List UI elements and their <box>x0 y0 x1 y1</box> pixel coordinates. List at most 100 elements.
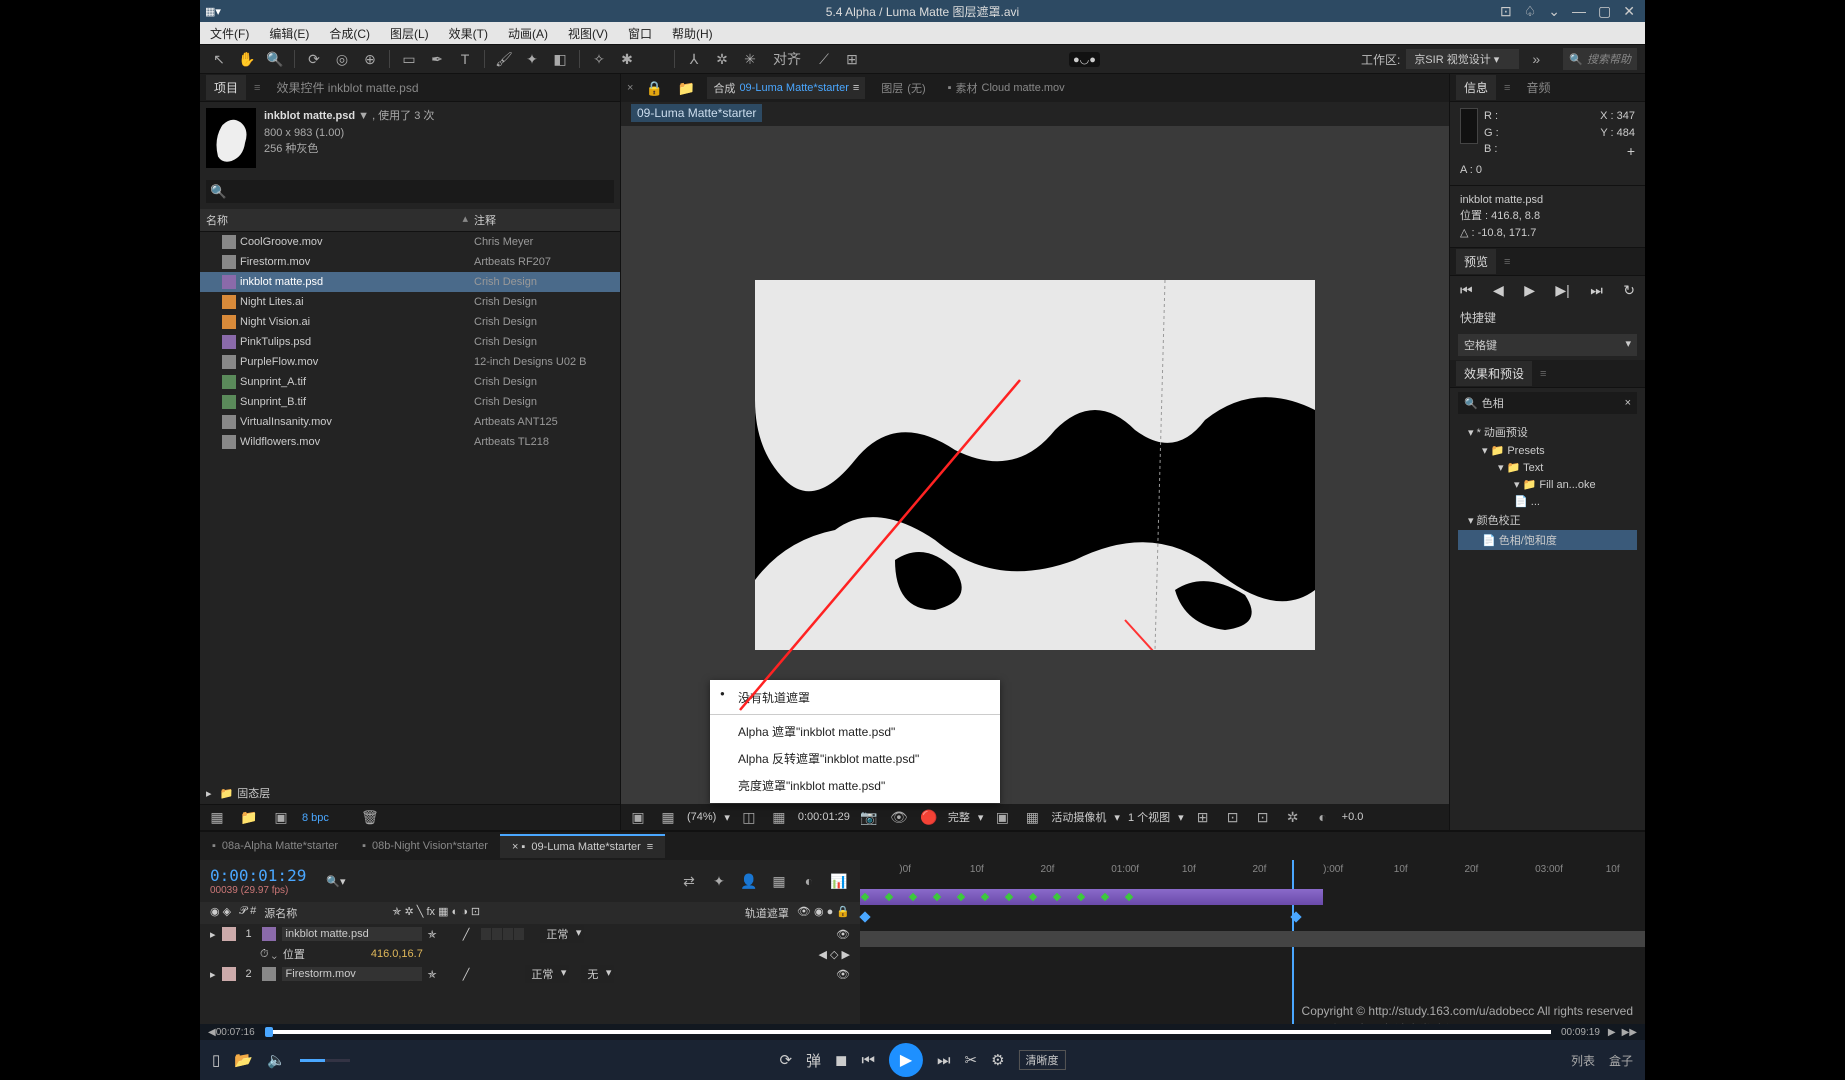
loop-mode[interactable]: 弹 <box>806 1050 821 1071</box>
camera-tool-icon[interactable]: ◎ <box>331 48 353 70</box>
menu-help[interactable]: 帮助(H) <box>666 23 719 44</box>
pan-behind-icon[interactable]: ⊕ <box>359 48 381 70</box>
project-tab[interactable]: 项目 <box>206 75 246 100</box>
project-search-input[interactable] <box>206 180 614 203</box>
window-mode-icon[interactable]: ▯ <box>212 1051 220 1069</box>
volume-slider[interactable] <box>300 1059 350 1062</box>
tl-opt-1-icon[interactable]: ⇄ <box>678 870 700 892</box>
position-property[interactable]: ⏱ ⌄ 位置 416.0,16.7 ◀ ◇ ▶ <box>200 944 860 964</box>
window-btn-2[interactable]: ♤ <box>1524 3 1537 20</box>
world-axis-icon[interactable]: ✲ <box>711 48 733 70</box>
viewer-opt-4-icon[interactable]: ✲ <box>1282 806 1304 828</box>
audio-tab[interactable]: 音频 <box>1518 75 1558 100</box>
menu-view[interactable]: 视图(V) <box>562 23 614 44</box>
motion-blur-icon[interactable]: ◐ <box>798 870 820 892</box>
loop-icon[interactable]: ↻ <box>1623 282 1635 299</box>
view-axis-icon[interactable]: ✳ <box>739 48 761 70</box>
effects-presets-tab[interactable]: 效果和预设 <box>1456 361 1532 386</box>
tree-more[interactable]: 📄 ... <box>1458 493 1637 510</box>
file-row[interactable]: VirtualInsanity.movArtbeats ANT125 <box>200 412 620 432</box>
menu-animation[interactable]: 动画(A) <box>502 23 554 44</box>
loop-toggle-icon[interactable]: ⟳ <box>779 1051 792 1069</box>
layer-tab[interactable]: 图层 (无) <box>875 77 931 99</box>
file-row[interactable]: CoolGroove.movChris Meyer <box>200 232 620 252</box>
exposure-value[interactable]: +0.0 <box>1342 811 1364 823</box>
effects-search[interactable]: 🔍 色相 × <box>1458 392 1637 414</box>
scrub-expand-icon[interactable]: ◀ <box>208 1027 216 1038</box>
maximize-icon[interactable]: ▢ <box>1598 3 1611 20</box>
keyframe-icon[interactable] <box>1290 911 1301 922</box>
timeline-layer-1[interactable]: ▸ 1 inkblot matte.psd ✯╱ 正常 👁 <box>200 924 860 944</box>
window-btn-3[interactable]: ⌄ <box>1548 3 1560 20</box>
3d-view-icon[interactable]: ▦ <box>1021 806 1043 828</box>
tree-text[interactable]: ▾ 📁 Text <box>1458 459 1637 476</box>
box-toggle[interactable]: 盒子 <box>1609 1052 1633 1069</box>
next-track-icon[interactable]: ⏭ <box>937 1052 951 1069</box>
comp-breadcrumb[interactable]: 09-Luma Matte*starter <box>631 104 762 122</box>
show-snapshot-icon[interactable]: 👁 <box>888 806 910 828</box>
viewer-opt-2-icon[interactable]: ⊡ <box>1222 806 1244 828</box>
camera-dropdown[interactable]: 活动摄像机 <box>1051 809 1106 825</box>
matte-option-none[interactable]: 没有轨道遮罩 <box>710 684 1000 711</box>
resolution-dropdown[interactable]: 完整 <box>948 809 970 825</box>
prev-frame-icon[interactable]: ◀ <box>1493 282 1504 299</box>
snap-icon-2[interactable]: ⊞ <box>841 48 863 70</box>
video-scrub-bar[interactable]: ◀ 00:07:16 00:09:19 ▶ ▶▶ <box>200 1024 1645 1040</box>
menu-window[interactable]: 窗口 <box>622 23 658 44</box>
quality-selector[interactable]: 清晰度 <box>1019 1050 1066 1070</box>
file-row[interactable]: Night Vision.aiCrish Design <box>200 312 620 332</box>
tree-color-correction[interactable]: ▾ 颜色校正 <box>1458 510 1637 530</box>
interpret-footage-icon[interactable]: ▦ <box>206 807 228 829</box>
footage-tab[interactable]: ▪ 素材 Cloud matte.mov <box>942 77 1071 99</box>
current-timecode[interactable]: 0:00:01:29 <box>210 866 306 885</box>
minimize-icon[interactable]: — <box>1572 3 1586 20</box>
col-track-matte[interactable]: 轨道遮罩 <box>745 905 789 921</box>
track-matte-dropdown[interactable]: 无 <box>581 965 614 983</box>
time-ruler[interactable]: )0f10f20f01:00f10f20f):00f10f20f03:00f10… <box>860 860 1645 886</box>
timeline-search-icon[interactable]: 🔍▾ <box>326 875 345 888</box>
tree-presets[interactable]: ▾ 📁 Presets <box>1458 442 1637 459</box>
timeline-tab-2[interactable]: ▪ 08b-Night Vision*starter <box>350 835 500 857</box>
tree-anim-presets[interactable]: ▾ * 动画预设 <box>1458 422 1637 442</box>
col-name-header[interactable]: 名称 <box>206 212 462 228</box>
first-frame-icon[interactable]: ⏮ <box>1460 282 1473 299</box>
file-row[interactable]: PurpleFlow.mov12-inch Designs U02 B <box>200 352 620 372</box>
snap-toggle[interactable]: 对齐 <box>767 48 807 70</box>
tree-fill[interactable]: ▾ 📁 Fill an...oke <box>1458 476 1637 493</box>
snapshot-icon[interactable]: 📷 <box>858 806 880 828</box>
matte-option-alpha-inv[interactable]: Alpha 反转遮罩"inkblot matte.psd" <box>710 745 1000 772</box>
menu-edit[interactable]: 编辑(E) <box>263 23 315 44</box>
effect-controls-tab[interactable]: 效果控件 inkblot matte.psd <box>268 75 426 100</box>
close-icon[interactable]: ✕ <box>1623 3 1635 20</box>
tree-hue-sat[interactable]: 📄 色相/饱和度 <box>1458 530 1637 550</box>
stop-icon[interactable]: ◼ <box>835 1051 847 1069</box>
last-frame-icon[interactable]: ⏭ <box>1590 282 1603 299</box>
pen-tool-icon[interactable]: ✒ <box>426 48 448 70</box>
close-tab-icon[interactable]: × <box>627 82 633 94</box>
play-icon[interactable]: ▶ <box>1524 282 1535 299</box>
eraser-tool-icon[interactable]: ◧ <box>549 48 571 70</box>
scrub-next-icon[interactable]: ▶ <box>1608 1027 1616 1038</box>
shape-tool-icon[interactable]: ▭ <box>398 48 420 70</box>
roi-icon[interactable]: ◫ <box>738 806 760 828</box>
cut-icon[interactable]: ✂ <box>965 1051 978 1069</box>
file-row[interactable]: PinkTulips.psdCrish Design <box>200 332 620 352</box>
file-row[interactable]: Wildflowers.movArtbeats TL218 <box>200 432 620 452</box>
views-dropdown[interactable]: 1 个视图 <box>1128 809 1170 825</box>
new-folder-icon[interactable]: 📁 <box>238 807 260 829</box>
settings-icon[interactable]: ⚙ <box>991 1051 1004 1069</box>
shy-icon[interactable]: 👤 <box>738 870 760 892</box>
rotate-tool-icon[interactable]: ⟳ <box>303 48 325 70</box>
shortcut-dropdown[interactable]: 空格键▾ <box>1458 334 1637 356</box>
file-row[interactable]: inkblot matte.psdCrish Design <box>200 272 620 292</box>
prev-track-icon[interactable]: ⏮ <box>861 1052 875 1069</box>
blend-mode-1[interactable]: 正常 <box>540 925 584 943</box>
fast-preview-icon[interactable]: ▣ <box>991 806 1013 828</box>
snap-icon-1[interactable]: ⟋ <box>813 48 835 70</box>
menu-layer[interactable]: 图层(L) <box>384 23 435 44</box>
progress-bar[interactable] <box>265 1030 1551 1034</box>
next-frame-icon[interactable]: ▶| <box>1555 282 1569 299</box>
roto-tool-icon[interactable]: ✧ <box>588 48 610 70</box>
menu-effect[interactable]: 效果(T) <box>443 23 494 44</box>
matte-option-alpha[interactable]: Alpha 遮罩"inkblot matte.psd" <box>710 718 1000 745</box>
